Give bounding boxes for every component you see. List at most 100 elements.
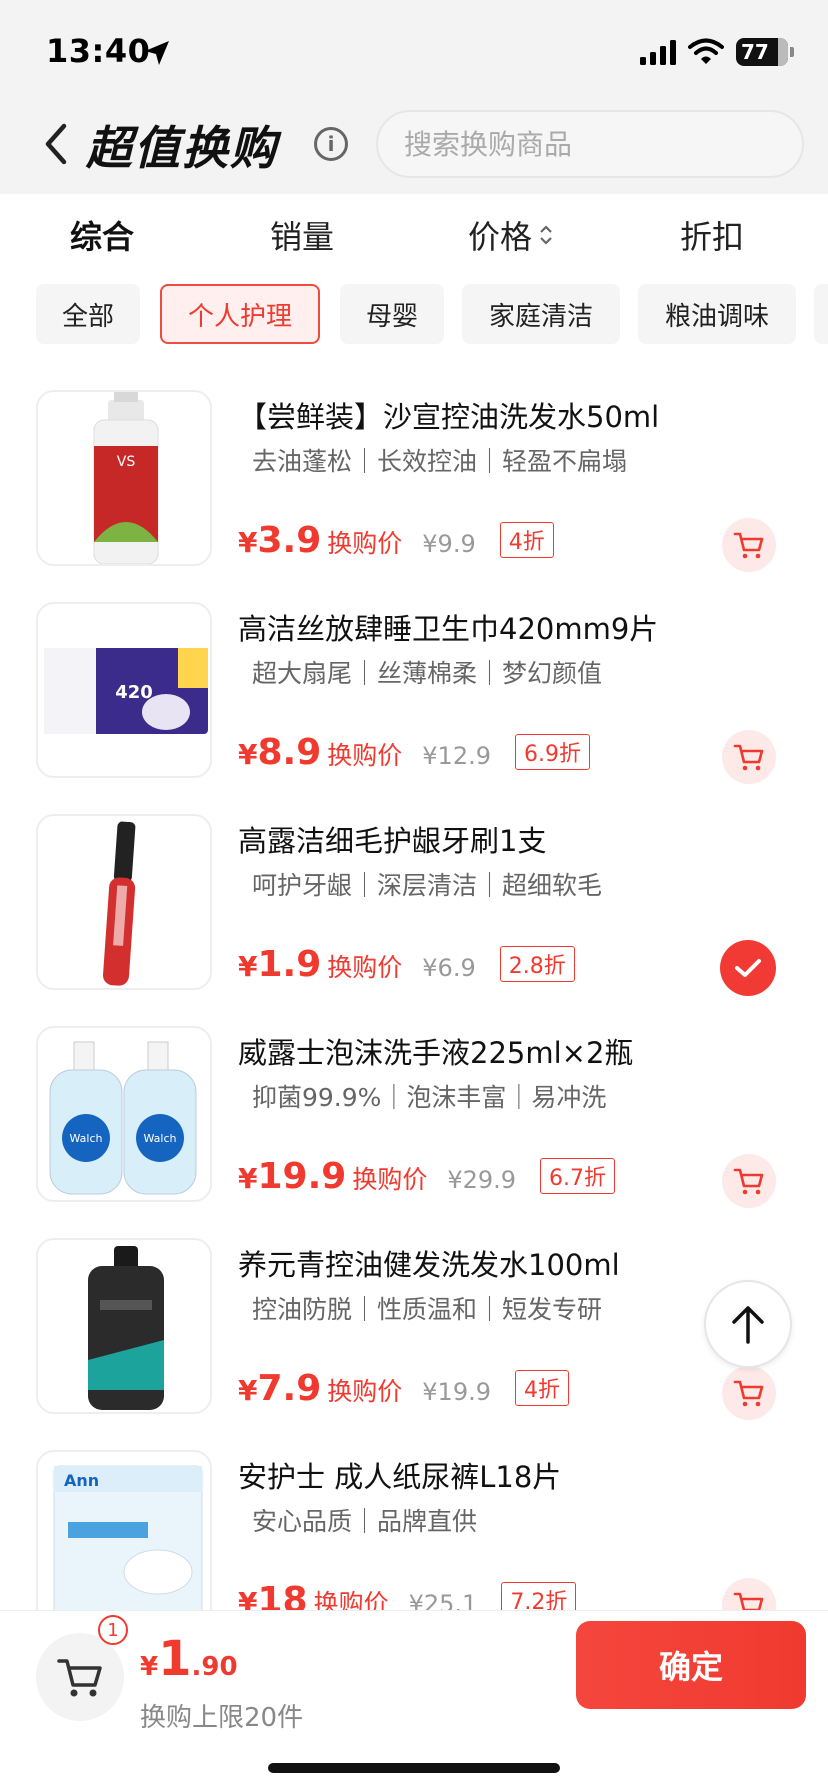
cart-icon — [733, 532, 764, 559]
add-to-cart-button[interactable] — [722, 1154, 776, 1208]
product-name: 养元青控油健发洗发水100ml — [238, 1248, 620, 1282]
chip-more[interactable] — [814, 284, 828, 344]
price-row: ¥ 8.9 换购价 ¥12.9 6.9折 — [238, 732, 590, 782]
tab-price[interactable]: 价格 — [468, 212, 554, 258]
info-icon[interactable]: i — [314, 127, 348, 161]
status-bar: 13:40 77 — [0, 0, 828, 100]
price-row: ¥ 18 换购价 ¥25.1 7.2折 — [238, 1580, 577, 1610]
product-image — [36, 1238, 212, 1414]
original-price: ¥25.1 — [408, 1590, 478, 1610]
total-price: ¥ 1 .90 — [140, 1631, 238, 1687]
product-name: 高洁丝放肆睡卫生巾420mm9片 — [238, 612, 659, 646]
chip-home-cleaning[interactable]: 家庭清洁 — [462, 284, 620, 344]
svg-text:Walch: Walch — [144, 1132, 177, 1145]
cart-icon — [733, 1168, 764, 1195]
cart-icon — [733, 744, 764, 771]
swap-price: 1.9 — [257, 944, 322, 985]
price-row: ¥ 19.9 换购价 ¥29.9 6.7折 — [238, 1156, 616, 1206]
product-tags: 安心品质｜品牌直供 — [252, 1507, 478, 1536]
battery-icon: 77 — [736, 38, 794, 66]
sort-tabs: 综合 销量 价格 折扣 — [0, 194, 828, 276]
product-name: 【尝鲜装】沙宣控油洗发水50ml — [238, 400, 660, 434]
discount-badge: 4折 — [515, 1370, 569, 1406]
swap-price-label: 换购价 — [327, 529, 403, 558]
original-price: ¥9.9 — [422, 530, 476, 558]
chip-grain-oil[interactable]: 粮油调味 — [638, 284, 796, 344]
product-list: VS 【尝鲜装】沙宣控油洗发水50ml 去油蓬松｜长效控油｜轻盈不扁塌 ¥ 3.… — [0, 370, 828, 1610]
list-item[interactable]: Walch Walch 威露士泡沫洗手液225ml×2瓶 抑菌99.9%｜泡沫丰… — [0, 1006, 828, 1218]
tab-label: 销量 — [270, 218, 335, 256]
product-tags: 去油蓬松｜长效控油｜轻盈不扁塌 — [252, 447, 628, 476]
check-icon — [735, 959, 761, 977]
selected-check-button[interactable] — [720, 940, 776, 996]
cart-icon — [733, 1380, 764, 1407]
swap-price: 18 — [257, 1580, 308, 1610]
sort-arrows-icon — [540, 225, 552, 245]
product-tags: 呵护牙龈｜深层清洁｜超细软毛 — [252, 871, 603, 900]
confirm-button[interactable]: 确定 — [576, 1621, 806, 1709]
swap-limit-text: 换购上限20件 — [140, 1703, 304, 1733]
currency-symbol: ¥ — [238, 1374, 258, 1407]
chip-label: 个人护理 — [187, 301, 292, 332]
svg-text:420: 420 — [115, 682, 153, 703]
add-to-cart-button[interactable] — [722, 1578, 776, 1610]
original-price: ¥19.9 — [422, 1378, 491, 1406]
product-tags: 超大扇尾｜丝薄棉柔｜梦幻颜值 — [252, 659, 603, 688]
tab-label: 价格 — [468, 218, 533, 256]
swap-price-label: 换购价 — [352, 1165, 428, 1194]
product-image: Ann — [36, 1450, 212, 1610]
product-image: 420 — [36, 602, 212, 778]
currency-symbol: ¥ — [238, 1586, 258, 1610]
product-tags: 抑菌99.9%｜泡沫丰富｜易冲洗 — [252, 1083, 607, 1112]
category-chips: 全部 个人护理 母婴 家庭清洁 粮油调味 — [0, 284, 828, 346]
currency-symbol: ¥ — [238, 950, 258, 983]
tab-comprehensive[interactable]: 综合 — [70, 212, 134, 258]
status-time: 13:40 — [46, 32, 151, 70]
price-row: ¥ 3.9 换购价 ¥9.9 4折 — [238, 520, 554, 570]
page-title: 超值换购 — [86, 121, 278, 175]
product-tags: 控油防脱｜性质温和｜短发专研 — [252, 1295, 603, 1324]
add-to-cart-button[interactable] — [722, 1366, 776, 1420]
price-row: ¥ 1.9 换购价 ¥6.9 2.8折 — [238, 944, 575, 994]
cart-summary-button[interactable] — [36, 1633, 124, 1721]
location-arrow-icon — [145, 41, 169, 65]
tab-sales[interactable]: 销量 — [270, 212, 334, 258]
swap-price: 19.9 — [257, 1156, 347, 1197]
chip-personal-care[interactable]: 个人护理 — [160, 284, 320, 344]
back-to-top-button[interactable] — [704, 1280, 792, 1368]
swap-price: 7.9 — [257, 1368, 322, 1409]
chip-label: 母婴 — [365, 301, 418, 332]
add-to-cart-button[interactable] — [722, 730, 776, 784]
chip-baby[interactable]: 母婴 — [340, 284, 444, 344]
currency-symbol: ¥ — [238, 1162, 258, 1195]
currency-symbol: ¥ — [238, 526, 258, 559]
cart-count-badge: 1 — [98, 1615, 128, 1645]
total-decimal: .90 — [191, 1652, 238, 1682]
currency-symbol: ¥ — [238, 738, 258, 771]
swap-price-label: 换购价 — [327, 1377, 403, 1406]
list-item[interactable]: Ann 安护士 成人纸尿裤L18片 安心品质｜品牌直供 ¥ 18 换购价 ¥25… — [0, 1430, 828, 1610]
discount-badge: 4折 — [499, 522, 554, 558]
search-input[interactable] — [404, 127, 802, 161]
back-chevron-icon[interactable] — [36, 118, 76, 170]
swap-price: 3.9 — [257, 520, 322, 561]
swap-price: 8.9 — [257, 732, 322, 773]
svg-text:VS: VS — [117, 454, 136, 470]
discount-badge: 7.2折 — [501, 1582, 577, 1610]
chip-label: 全部 — [61, 301, 114, 332]
tab-discount[interactable]: 折扣 — [680, 212, 744, 258]
cart-icon — [57, 1659, 102, 1697]
swap-price-label: 换购价 — [327, 953, 403, 982]
list-item[interactable]: VS 【尝鲜装】沙宣控油洗发水50ml 去油蓬松｜长效控油｜轻盈不扁塌 ¥ 3.… — [0, 370, 828, 582]
tab-label: 折扣 — [680, 218, 745, 256]
currency-symbol: ¥ — [140, 1652, 159, 1682]
chip-all[interactable]: 全部 — [36, 284, 140, 344]
search-bar[interactable] — [376, 110, 804, 178]
discount-badge: 2.8折 — [499, 946, 575, 982]
add-to-cart-button[interactable] — [722, 518, 776, 572]
list-item[interactable]: 420 高洁丝放肆睡卫生巾420mm9片 超大扇尾｜丝薄棉柔｜梦幻颜值 ¥ 8.… — [0, 582, 828, 794]
arrow-up-icon — [732, 1306, 764, 1344]
swap-price-label: 换购价 — [327, 741, 403, 770]
swap-price-label: 换购价 — [313, 1589, 389, 1610]
list-item[interactable]: 高露洁细毛护龈牙刷1支 呵护牙龈｜深层清洁｜超细软毛 ¥ 1.9 换购价 ¥6.… — [0, 794, 828, 1006]
